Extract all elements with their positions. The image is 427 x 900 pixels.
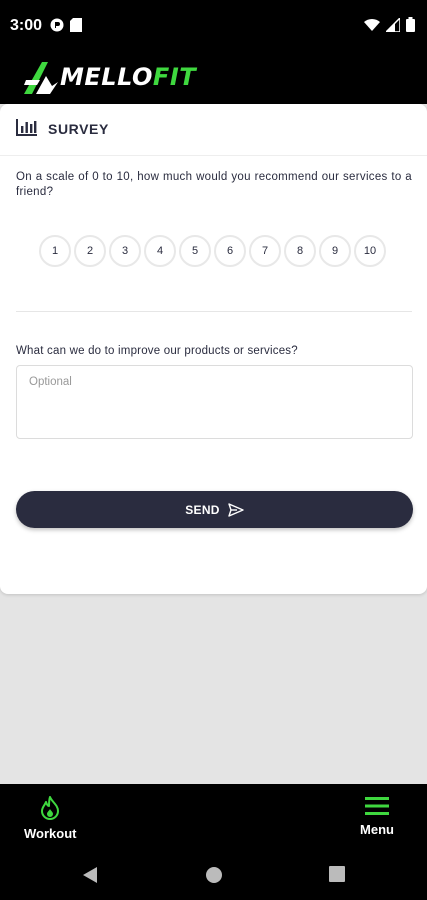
logo-text: MELLOFIT — [60, 63, 196, 91]
send-button[interactable]: SEND — [16, 491, 413, 528]
improve-feedback-input[interactable] — [16, 365, 413, 439]
rating-button-4[interactable]: 4 — [144, 235, 176, 267]
logo-mark-icon — [24, 62, 58, 94]
content-area: SURVEY On a scale of 0 to 10, how much w… — [0, 104, 427, 784]
nav-workout[interactable]: Workout — [24, 796, 76, 841]
back-icon[interactable] — [82, 866, 98, 884]
mellofit-logo[interactable]: MELLOFIT — [22, 60, 196, 94]
recents-icon[interactable] — [329, 866, 345, 882]
hamburger-icon — [365, 797, 390, 815]
logo-text-accent: FIT — [152, 63, 197, 91]
survey-card: SURVEY On a scale of 0 to 10, how much w… — [0, 104, 427, 594]
signal-icon — [386, 17, 400, 32]
bottom-nav: Workout Menu — [0, 784, 427, 848]
status-time: 3:00 — [10, 17, 43, 34]
status-bar: 3:00 — [0, 0, 427, 52]
nav-menu[interactable]: Menu — [360, 796, 394, 837]
privacy-icon — [50, 18, 64, 32]
home-icon[interactable] — [205, 866, 223, 884]
logo-text-main: MELLO — [60, 63, 153, 91]
question-improve: What can we do to improve our products o… — [16, 345, 298, 357]
nav-workout-label: Workout — [24, 826, 77, 841]
rating-button-8[interactable]: 8 — [284, 235, 316, 267]
rating-button-2[interactable]: 2 — [74, 235, 106, 267]
rating-scale: 1 2 3 4 5 6 7 8 9 10 — [39, 235, 386, 267]
rating-button-6[interactable]: 6 — [214, 235, 246, 267]
survey-title: SURVEY — [48, 121, 109, 137]
rating-button-9[interactable]: 9 — [319, 235, 351, 267]
send-button-label: SEND — [185, 502, 220, 517]
rating-button-7[interactable]: 7 — [249, 235, 281, 267]
flame-icon — [41, 796, 60, 820]
rating-button-10[interactable]: 10 — [354, 235, 386, 267]
rating-button-1[interactable]: 1 — [39, 235, 71, 267]
wifi-icon — [364, 18, 380, 31]
send-icon — [228, 502, 244, 517]
section-divider — [16, 311, 412, 312]
app-header: MELLOFIT — [0, 52, 427, 104]
status-icons-right — [364, 17, 415, 32]
status-icons-left — [50, 18, 82, 32]
system-nav-bar — [0, 848, 427, 900]
survey-header: SURVEY — [0, 104, 427, 156]
battery-icon — [406, 17, 415, 32]
sd-card-icon — [70, 18, 82, 32]
bar-chart-icon — [16, 119, 37, 136]
rating-button-3[interactable]: 3 — [109, 235, 141, 267]
nav-menu-label: Menu — [360, 822, 394, 837]
rating-button-5[interactable]: 5 — [179, 235, 211, 267]
question-recommend: On a scale of 0 to 10, how much would yo… — [16, 171, 412, 198]
